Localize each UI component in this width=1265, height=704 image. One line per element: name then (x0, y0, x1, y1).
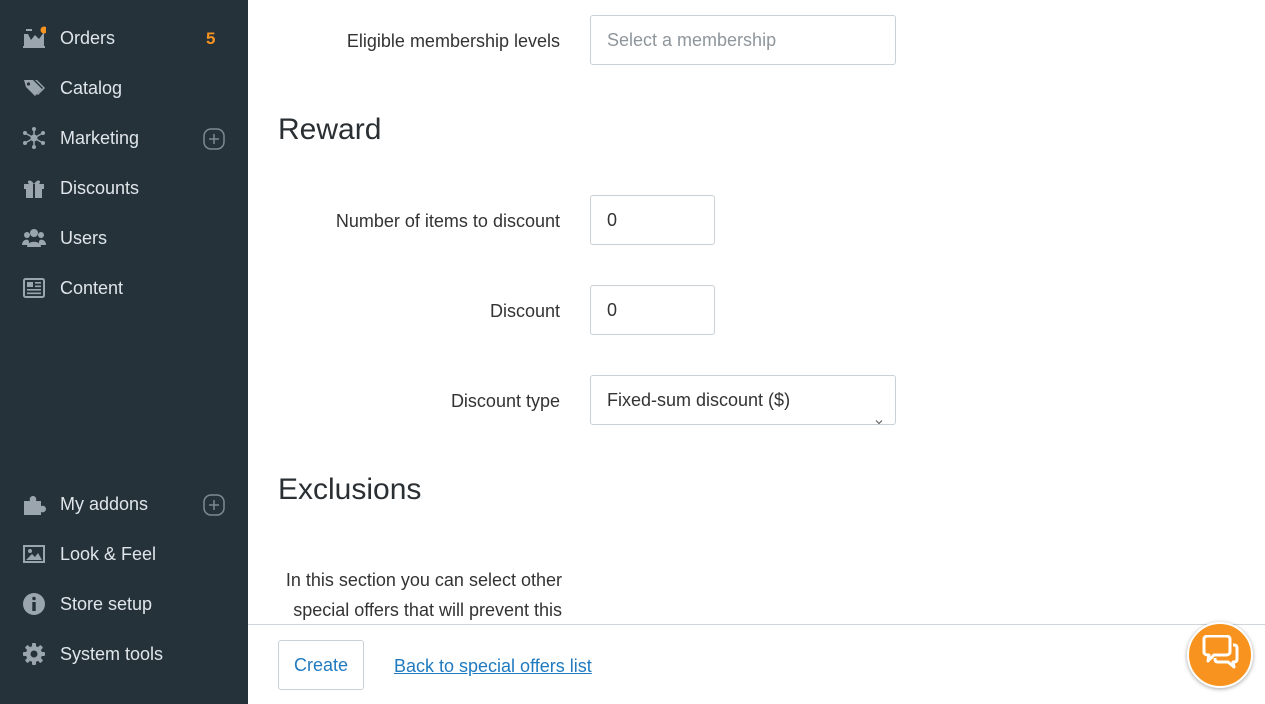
info-icon (22, 592, 46, 616)
sidebar-item-label: Orders (60, 28, 116, 48)
expand-plus-icon[interactable] (203, 128, 225, 150)
discount-type-label: Discount type (450, 391, 560, 411)
gift-icon (22, 176, 46, 200)
image-icon (22, 542, 46, 566)
discount-type-select[interactable]: Fixed-sum discount ($) (590, 375, 896, 425)
discount-type-value: Fixed-sum discount ($) (607, 390, 791, 410)
network-icon (22, 126, 46, 150)
form-footer: Create Back to special offers list (248, 624, 1265, 704)
sidebar-item-system-tools[interactable]: System tools (0, 629, 248, 679)
sidebar-item-users[interactable]: Users (0, 213, 248, 263)
sidebar-item-label: Discounts (60, 178, 140, 198)
gear-icon (22, 642, 46, 666)
sidebar-item-content[interactable]: Content (0, 263, 248, 313)
chat-button[interactable] (1187, 622, 1253, 688)
orders-count-badge: 5 (206, 29, 216, 48)
sidebar-item-label: Users (60, 228, 108, 248)
orders-icon (22, 26, 46, 50)
sidebar-item-catalog[interactable]: Catalog (0, 63, 248, 113)
newspaper-icon (22, 276, 46, 300)
sidebar-item-label: Content (60, 278, 124, 298)
create-button[interactable]: Create (278, 640, 364, 690)
sidebar: Orders 5 Catalog Marketing Discounts Use… (0, 0, 248, 704)
sidebar-item-look-and-feel[interactable]: Look & Feel (0, 529, 248, 579)
exclusions-help-line: special offers that will prevent this (293, 600, 562, 620)
users-icon (22, 226, 46, 250)
tag-icon (22, 76, 46, 100)
chat-bubbles-icon (1200, 634, 1240, 676)
sidebar-item-label: Look & Feel (60, 544, 157, 564)
sidebar-item-label: My addons (60, 494, 149, 514)
sidebar-item-discounts[interactable]: Discounts (0, 163, 248, 213)
main-content: Eligible membership levels Select a memb… (248, 0, 1265, 624)
discount-input[interactable]: 0 (590, 285, 715, 335)
sidebar-item-orders[interactable]: Orders 5 (0, 13, 248, 63)
reward-section-title: Reward (278, 113, 382, 146)
sidebar-item-label: Store setup (60, 594, 153, 614)
exclusions-section-title: Exclusions (278, 473, 422, 506)
puzzle-icon (22, 492, 46, 516)
sidebar-item-label: Marketing (60, 128, 140, 148)
exclusions-help-line: In this section you can select other (285, 570, 562, 590)
items-to-discount-label: Number of items to discount (335, 211, 560, 231)
discount-label: Discount (489, 301, 560, 321)
chevron-down-icon (875, 396, 883, 425)
items-to-discount-input[interactable]: 0 (590, 195, 715, 245)
sidebar-item-label: Catalog (60, 78, 123, 98)
exclusions-help-text: In this section you can select other spe… (278, 565, 562, 625)
back-to-special-offers-link[interactable]: Back to special offers list (394, 655, 592, 677)
expand-plus-icon[interactable] (203, 494, 225, 516)
sidebar-item-marketing[interactable]: Marketing (0, 113, 248, 163)
membership-select[interactable]: Select a membership (590, 15, 896, 65)
membership-label: Eligible membership levels (346, 31, 560, 51)
sidebar-item-my-addons[interactable]: My addons (0, 479, 248, 529)
sidebar-item-store-setup[interactable]: Store setup (0, 579, 248, 629)
sidebar-item-label: System tools (60, 644, 164, 664)
